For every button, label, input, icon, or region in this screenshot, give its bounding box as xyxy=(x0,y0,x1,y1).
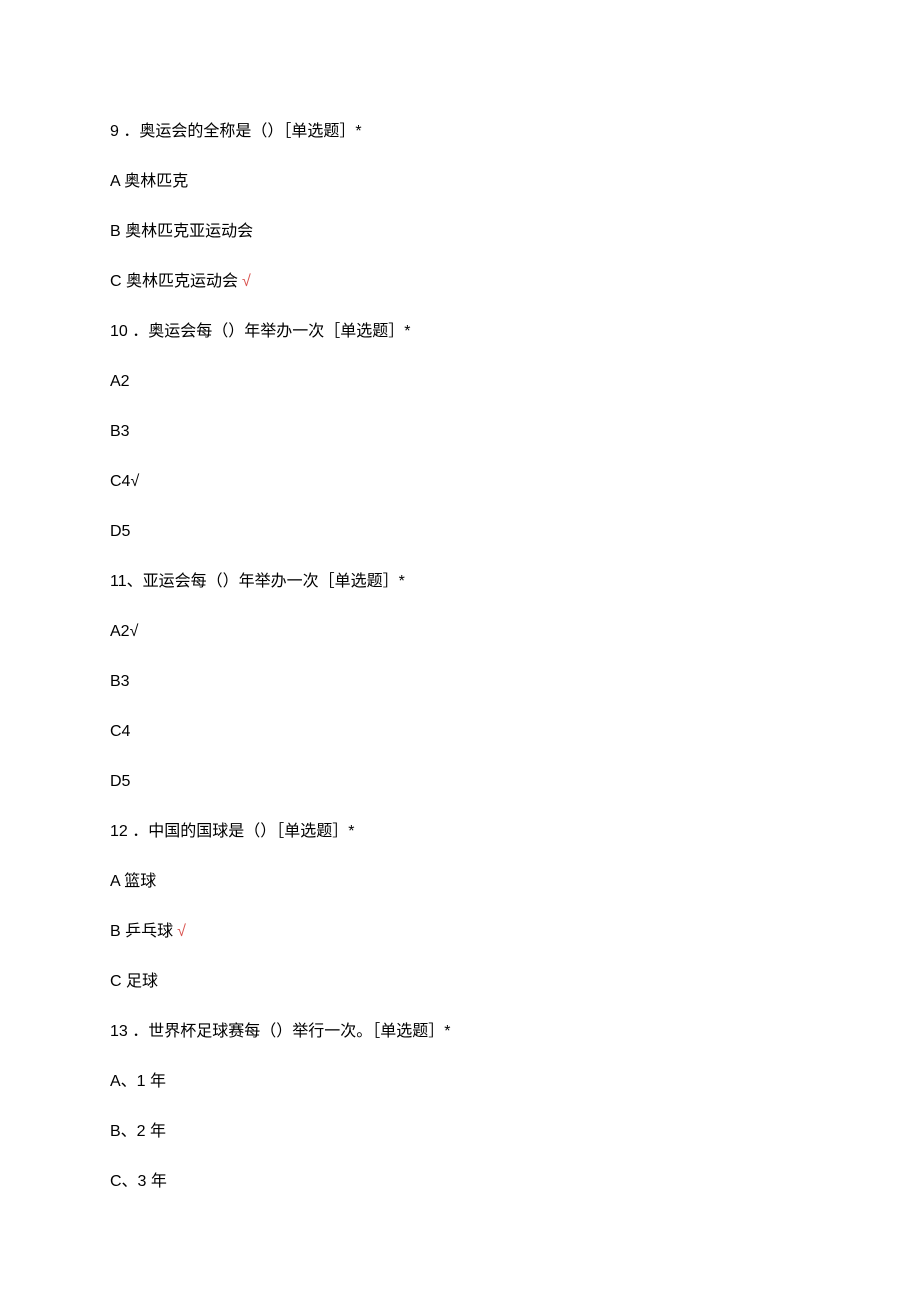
option: C4 xyxy=(110,720,810,744)
option-label: B3 xyxy=(110,423,130,440)
question-stem: 世界杯足球赛每（）举行一次。［单选题］* xyxy=(148,1023,450,1040)
question-text: 13 ．世界杯足球赛每（）举行一次。［单选题］* xyxy=(110,1020,810,1044)
question-text: 10 ．奥运会每（）年举办一次［单选题］* xyxy=(110,320,810,344)
option: D5 xyxy=(110,520,810,544)
question-separator: ． xyxy=(128,823,148,840)
question-stem: 中国的国球是（）［单选题］* xyxy=(148,823,354,840)
option-label: B3 xyxy=(110,673,130,690)
question-number: 9 xyxy=(110,123,119,140)
option-label: C、3 年 xyxy=(110,1173,167,1190)
check-icon: √ xyxy=(242,273,251,290)
question-stem: 亚运会每（）年举办一次［单选题］* xyxy=(143,573,405,590)
option: B 奥林匹克亚运动会 xyxy=(110,220,810,244)
option: A、1 年 xyxy=(110,1070,810,1094)
check-icon: √ xyxy=(177,923,186,940)
question-block: 11、亚运会每（）年举办一次［单选题］* A2√ B3 C4 D5 xyxy=(110,570,810,794)
option-label: C4 xyxy=(110,723,130,740)
option-label: D5 xyxy=(110,523,130,540)
option-label: B、2 年 xyxy=(110,1123,166,1140)
option: A2√ xyxy=(110,620,810,644)
question-block: 13 ．世界杯足球赛每（）举行一次。［单选题］* A、1 年 B、2 年 C、3 年 xyxy=(110,1020,810,1194)
option: B 乒乓球√ xyxy=(110,920,810,944)
option: C 奥林匹克运动会√ xyxy=(110,270,810,294)
question-stem: 奥运会每（）年举办一次［单选题］* xyxy=(148,323,410,340)
option-label: A2√ xyxy=(110,623,138,640)
option: C 足球 xyxy=(110,970,810,994)
question-block: 10 ．奥运会每（）年举办一次［单选题］* A2 B3 C4√ D5 xyxy=(110,320,810,544)
question-number: 11 xyxy=(110,573,127,590)
option-label: D5 xyxy=(110,773,130,790)
option-label: C 奥林匹克运动会 xyxy=(110,273,238,290)
option-label: A 篮球 xyxy=(110,873,156,890)
option-label: B 奥林匹克亚运动会 xyxy=(110,223,253,240)
question-text: 9 ．奥运会的全称是（）［单选题］* xyxy=(110,120,810,144)
option-label: C 足球 xyxy=(110,973,158,990)
question-number: 10 xyxy=(110,323,128,340)
option-label: C4√ xyxy=(110,473,139,490)
option: B3 xyxy=(110,420,810,444)
question-block: 9 ．奥运会的全称是（）［单选题］* A 奥林匹克 B 奥林匹克亚运动会 C 奥林匹克… xyxy=(110,120,810,294)
question-separator: ． xyxy=(119,123,139,140)
question-separator: ． xyxy=(128,1023,148,1040)
option: A 奥林匹克 xyxy=(110,170,810,194)
option: C4√ xyxy=(110,470,810,494)
option: A 篮球 xyxy=(110,870,810,894)
option: D5 xyxy=(110,770,810,794)
option: C、3 年 xyxy=(110,1170,810,1194)
option: A2 xyxy=(110,370,810,394)
question-separator: ． xyxy=(128,323,148,340)
question-block: 12 ．中国的国球是（）［单选题］* A 篮球 B 乒乓球√ C 足球 xyxy=(110,820,810,994)
option-label: A、1 年 xyxy=(110,1073,166,1090)
option: B、2 年 xyxy=(110,1120,810,1144)
question-text: 11、亚运会每（）年举办一次［单选题］* xyxy=(110,570,810,594)
document-body: 9 ．奥运会的全称是（）［单选题］*A 奥林匹克B 奥林匹克亚运动会C 奥林匹克… xyxy=(110,120,810,1194)
option-label: B 乒乓球 xyxy=(110,923,173,940)
question-number: 13 xyxy=(110,1023,128,1040)
question-number: 12 xyxy=(110,823,128,840)
option-label: A 奥林匹克 xyxy=(110,173,188,190)
question-separator: 、 xyxy=(127,573,143,590)
question-stem: 奥运会的全称是（）［单选题］* xyxy=(139,123,361,140)
option: B3 xyxy=(110,670,810,694)
option-label: A2 xyxy=(110,373,130,390)
question-text: 12 ．中国的国球是（）［单选题］* xyxy=(110,820,810,844)
